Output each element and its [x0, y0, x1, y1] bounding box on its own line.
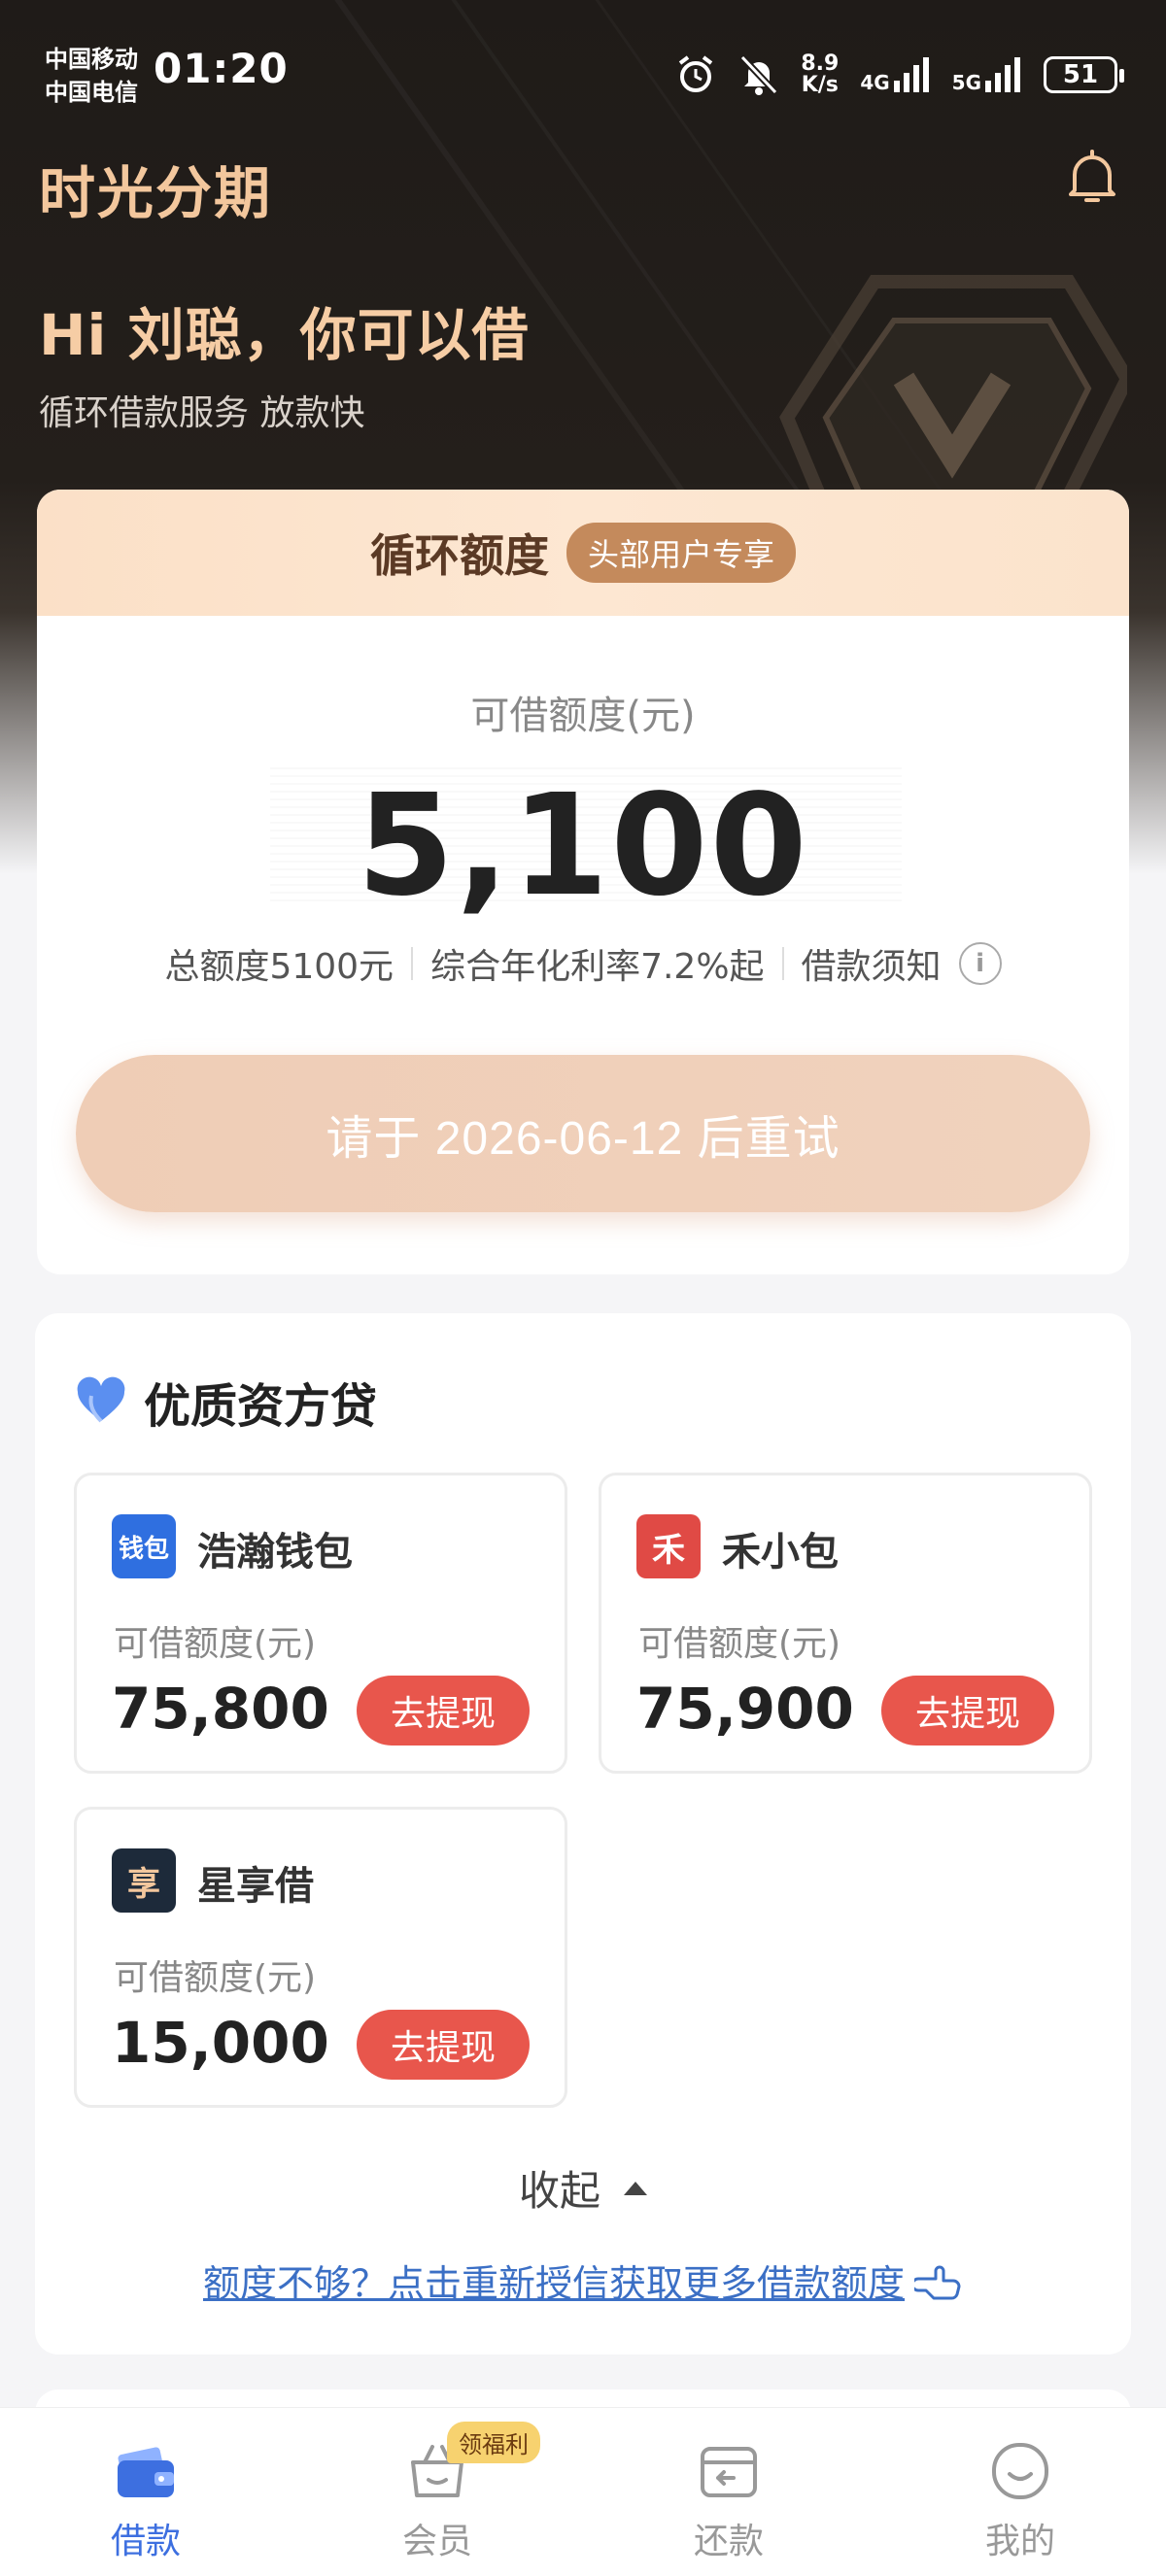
- bottom-navigation: 借款 领福利 会员 还款 我的: [0, 2407, 1166, 2576]
- clock: 01:20: [154, 45, 289, 92]
- subtitle-text: 循环借款服务 放款快: [39, 393, 365, 433]
- net-speed-unit: K/s: [801, 73, 839, 97]
- collapse-toggle[interactable]: 收起: [35, 2158, 1131, 2218]
- credit-card-header: 循环额度 头部用户专享: [37, 490, 1129, 616]
- lender-name: 浩瀚钱包: [197, 1530, 353, 1575]
- status-bar: 中国移动 中国电信 01:20 8.9 K/s 4G 5G 51: [0, 0, 1166, 146]
- lender-limit-label: 可借额度(元): [114, 1624, 317, 1664]
- carrier-1: 中国移动: [45, 46, 138, 73]
- lender-amount: 75,900: [636, 1676, 854, 1742]
- lender-limit-label: 可借额度(元): [114, 1958, 317, 1998]
- partner-lenders-card: 优质资方贷 钱包 浩瀚钱包 可借额度(元) 75,800 去提现 禾 禾小包 可…: [35, 1313, 1131, 2355]
- credit-card-title: 循环额度: [369, 529, 549, 582]
- annual-rate: 综合年化利率7.2%起: [430, 947, 765, 987]
- nav-profile[interactable]: 我的: [874, 2408, 1166, 2576]
- repay-card-icon: [701, 2447, 757, 2497]
- total-limit: 总额度5100元: [164, 947, 394, 987]
- network-speed: 8.9 K/s: [801, 53, 839, 96]
- alarm-icon: [679, 55, 713, 92]
- lender-card-xingxiangjie[interactable]: 享 星享借 可借额度(元) 15,000 去提现: [74, 1807, 567, 2108]
- divider: [411, 947, 414, 980]
- signal-5g: 5G: [952, 55, 1022, 94]
- credit-info-row: 总额度5100元 综合年化利率7.2%起 借款须知 i: [37, 938, 1129, 989]
- nav-label: 借款: [110, 2522, 181, 2561]
- lender-name: 禾小包: [722, 1530, 839, 1575]
- revolving-credit-card: 循环额度 头部用户专享 可借额度(元) 5,100 总额度5100元 综合年化利…: [37, 490, 1129, 1274]
- battery-indicator: 51: [1044, 56, 1124, 93]
- withdraw-button[interactable]: 去提现: [881, 1676, 1054, 1746]
- collapse-label: 收起: [518, 2167, 600, 2215]
- signal-5g-label: 5G: [951, 71, 981, 94]
- heart-icon: [77, 1376, 125, 1423]
- available-amount: 5,100: [357, 763, 809, 927]
- nav-member[interactable]: 领福利 会员: [292, 2408, 583, 2576]
- net-speed-value: 8.9: [801, 51, 840, 76]
- lender-name: 星享借: [197, 1864, 314, 1909]
- pointing-hand-icon: [914, 2265, 961, 2299]
- mute-bell-icon: [739, 54, 778, 95]
- lender-amount: 15,000: [112, 2010, 329, 2076]
- vip-tag: 头部用户专享: [566, 523, 796, 583]
- smile-face-icon: [992, 2443, 1048, 2499]
- wallet-logo-icon: 钱包: [112, 1514, 176, 1578]
- withdraw-button[interactable]: 去提现: [357, 1676, 530, 1746]
- signal-4g: 4G: [860, 55, 930, 94]
- bag-logo-icon: 禾: [636, 1514, 701, 1578]
- nav-label: 会员: [401, 2522, 472, 2561]
- signal-bars-icon: [893, 57, 929, 92]
- notification-bell-icon[interactable]: [1061, 146, 1123, 208]
- caret-up-icon: [624, 2181, 647, 2195]
- reauthorize-link-text: 额度不够？点击重新授信获取更多借款额度: [202, 2262, 905, 2305]
- reauthorize-link[interactable]: 额度不够？点击重新授信获取更多借款额度: [35, 2254, 1131, 2307]
- nav-label: 还款: [693, 2522, 764, 2561]
- app-title: 时光分期: [39, 160, 273, 226]
- withdraw-button[interactable]: 去提现: [357, 2010, 530, 2080]
- nav-label: 我的: [984, 2522, 1055, 2561]
- greeting-text: Hi 刘聪，你可以借: [39, 302, 530, 368]
- signal-bars-icon: [985, 57, 1020, 92]
- lender-amount: 75,800: [112, 1676, 329, 1742]
- section-header: 优质资方贷: [74, 1368, 377, 1436]
- loan-notice-link[interactable]: 借款须知: [802, 938, 942, 989]
- lender-limit-label: 可借额度(元): [638, 1624, 841, 1664]
- section-title: 优质资方贷: [144, 1379, 378, 1434]
- lender-card-haohan[interactable]: 钱包 浩瀚钱包 可借额度(元) 75,800 去提现: [74, 1473, 567, 1774]
- xiang-logo-icon: 享: [112, 1848, 176, 1913]
- retry-button[interactable]: 请于 2026-06-12 后重试: [76, 1055, 1090, 1212]
- nav-repay[interactable]: 还款: [583, 2408, 874, 2576]
- divider: [781, 947, 784, 980]
- lender-card-hexiaobao[interactable]: 禾 禾小包 可借额度(元) 75,900 去提现: [599, 1473, 1092, 1774]
- status-icons: 8.9 K/s 4G 5G 51: [674, 51, 1124, 99]
- info-icon[interactable]: i: [958, 942, 1002, 985]
- carrier-2: 中国电信: [45, 79, 138, 106]
- signal-4g-label: 4G: [860, 71, 890, 94]
- available-label: 可借额度(元): [470, 694, 696, 738]
- wallet-icon: [118, 2447, 174, 2497]
- perk-badge: 领福利: [447, 2422, 540, 2463]
- carrier-info: 中国移动 中国电信: [45, 43, 138, 109]
- nav-borrow[interactable]: 借款: [0, 2408, 292, 2576]
